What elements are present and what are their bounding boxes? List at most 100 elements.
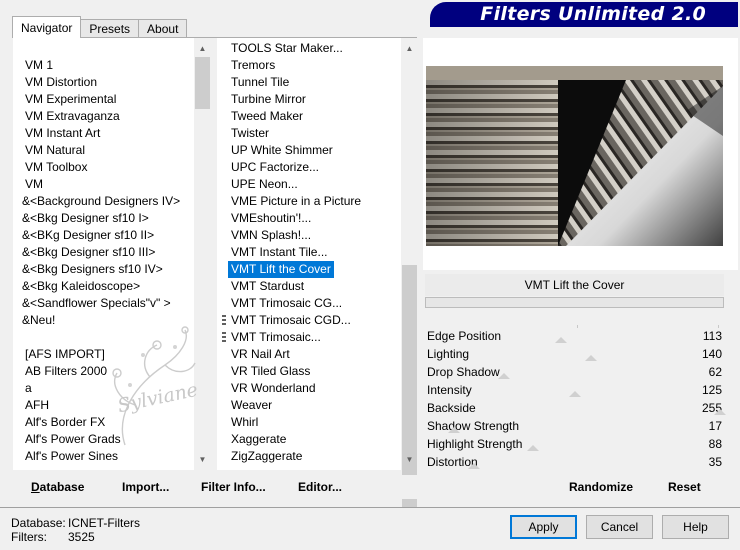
param-slider[interactable]: Intensity 125 <box>425 381 724 399</box>
category-item[interactable]: &<Background Designers IV> <box>22 193 180 210</box>
scroll-up-icon[interactable]: ▲ <box>194 40 211 57</box>
slider-thumb-icon[interactable] <box>527 445 539 451</box>
filter-item[interactable]: Whirl <box>231 414 258 431</box>
param-slider[interactable]: Edge Position 113 <box>425 327 724 345</box>
category-item[interactable]: Alf's Power Sines <box>25 448 118 465</box>
filter-item[interactable]: VR Nail Art <box>231 346 290 363</box>
filter-item[interactable]: Turbine Mirror <box>231 91 306 108</box>
footer-divider <box>0 507 740 508</box>
filter-item[interactable]: VMT Trimosaic... <box>231 329 321 346</box>
param-slider[interactable]: Distortion 35 <box>425 453 724 471</box>
import-button[interactable]: Import... <box>122 480 169 494</box>
filter-marker-icon <box>222 332 226 342</box>
filter-item[interactable]: Tremors <box>231 57 275 74</box>
randomize-button[interactable]: Randomize <box>569 480 633 494</box>
filter-item[interactable]: ZigZaggerate <box>231 448 302 465</box>
filter-item[interactable]: VMT Instant Tile... <box>231 244 327 261</box>
filter-item[interactable]: VMT Trimosaic CG... <box>231 295 342 312</box>
scroll-thumb[interactable] <box>195 57 210 109</box>
filter-item[interactable]: VMN Splash!... <box>231 227 311 244</box>
scroll-down-icon[interactable]: ▼ <box>401 451 418 468</box>
param-value: 17 <box>708 419 722 433</box>
filter-item[interactable]: VR Tiled Glass <box>231 363 310 380</box>
category-item[interactable]: [AFS IMPORT] <box>25 346 105 363</box>
category-item[interactable]: a <box>25 380 32 397</box>
param-slider[interactable]: Drop Shadow 62 <box>425 363 724 381</box>
category-item[interactable]: &Neu! <box>22 312 55 329</box>
filter-info-button[interactable]: Filter Info... <box>201 480 266 494</box>
filter-item[interactable]: VMT Trimosaic CGD... <box>231 312 351 329</box>
database-button[interactable]: Database <box>31 480 84 494</box>
cancel-button[interactable]: Cancel <box>586 515 653 539</box>
slider-thumb-icon[interactable] <box>468 463 480 469</box>
param-label: Intensity <box>427 383 472 397</box>
filter-item[interactable]: Tweed Maker <box>231 108 303 125</box>
filter-list[interactable]: TOOLS Star Maker... Tremors Tunnel Tile Tur… <box>217 38 417 470</box>
category-item[interactable]: VM <box>25 176 43 193</box>
category-item[interactable]: VM Instant Art <box>25 125 100 142</box>
filter-list-scrollbar[interactable]: ▲ ▼ <box>401 38 418 507</box>
filter-item[interactable]: Tunnel Tile <box>231 74 289 91</box>
reset-button[interactable]: Reset <box>668 480 701 494</box>
filter-item[interactable]: VR Wonderland <box>231 380 316 397</box>
category-item[interactable]: &<Bkg Designer sf10 I> <box>22 210 149 227</box>
category-item[interactable]: AB Filters 2000 <box>25 363 107 380</box>
category-item[interactable]: Alf's Power Grads <box>25 431 121 448</box>
category-item[interactable]: VM Distortion <box>25 74 97 91</box>
category-list[interactable]: VM 1 VM Distortion VM Experimental VM Extra… <box>13 38 211 470</box>
param-actions-bar: Randomize Reset <box>424 475 738 499</box>
filter-item[interactable]: Twister <box>231 125 269 142</box>
filter-item[interactable]: VMEshoutin'!... <box>231 210 311 227</box>
param-slider[interactable]: Lighting 140 <box>425 345 724 363</box>
category-item[interactable]: VM Toolbox <box>25 159 87 176</box>
category-item[interactable]: VM Experimental <box>25 91 116 108</box>
param-slider[interactable]: Highlight Strength 88 <box>425 435 724 453</box>
slider-thumb-icon[interactable] <box>555 337 567 343</box>
category-item[interactable]: &<Sandflower Specials"v" > <box>22 295 171 312</box>
slider-thumb-icon[interactable] <box>448 427 460 433</box>
param-value: 140 <box>701 347 722 361</box>
category-item[interactable]: Alf's Border FX <box>25 414 105 431</box>
scroll-down-icon[interactable]: ▼ <box>194 451 211 468</box>
category-item[interactable]: &<Bkg Designer sf10 III> <box>22 244 155 261</box>
filter-item[interactable]: UPC Factorize... <box>231 159 319 176</box>
filters-count-value: 3525 <box>68 530 95 544</box>
param-label: Shadow Strength <box>427 419 520 433</box>
apply-button[interactable]: Apply <box>510 515 577 539</box>
slider-thumb-icon[interactable] <box>569 391 581 397</box>
filter-item[interactable]: UP White Shimmer <box>231 142 333 159</box>
param-slider[interactable]: Backside 255 <box>425 399 726 417</box>
filter-item[interactable]: VMT Lift the Cover <box>228 261 334 278</box>
tab-presets[interactable]: Presets <box>80 19 140 38</box>
category-item[interactable]: &<Bkg Kaleidoscope> <box>22 278 140 295</box>
category-item[interactable]: VM Natural <box>25 142 85 159</box>
filter-item[interactable]: UPE Neon... <box>231 176 298 193</box>
filter-item[interactable]: Xaggerate <box>231 431 286 448</box>
scroll-thumb[interactable] <box>402 265 417 507</box>
param-slider[interactable]: Shadow Strength 17 <box>425 417 724 435</box>
filter-item[interactable]: VMT Stardust <box>231 278 304 295</box>
category-list-scrollbar[interactable]: ▲ ▼ <box>194 38 211 470</box>
tab-bar: Navigator Presets About <box>12 13 188 38</box>
param-value: 113 <box>702 329 722 343</box>
editor-button[interactable]: Editor... <box>298 480 342 494</box>
category-item[interactable]: VM 1 <box>25 57 53 74</box>
category-item[interactable]: &<BKg Designer sf10 II> <box>22 227 154 244</box>
category-item[interactable]: AFH <box>25 397 49 414</box>
filter-item[interactable]: TOOLS Star Maker... <box>231 40 343 57</box>
tab-navigator[interactable]: Navigator <box>12 16 82 38</box>
param-value: 88 <box>708 437 722 451</box>
category-item[interactable]: VM Extravaganza <box>25 108 120 125</box>
scroll-up-icon[interactable]: ▲ <box>401 40 418 57</box>
slider-thumb-icon[interactable] <box>498 373 510 379</box>
slider-thumb-icon[interactable] <box>585 355 597 361</box>
tab-about[interactable]: About <box>138 19 188 38</box>
filter-item[interactable]: VME Picture in a Picture <box>231 193 361 210</box>
filters-count-label: Filters: <box>11 530 47 544</box>
help-button[interactable]: Help <box>662 515 729 539</box>
import-button-label: Import... <box>122 480 170 494</box>
filter-item[interactable]: Weaver <box>231 397 272 414</box>
category-item[interactable]: &<Bkg Designers sf10 IV> <box>22 261 163 278</box>
help-button-label: Help <box>683 520 708 534</box>
slider-thumb-icon[interactable] <box>714 409 726 415</box>
